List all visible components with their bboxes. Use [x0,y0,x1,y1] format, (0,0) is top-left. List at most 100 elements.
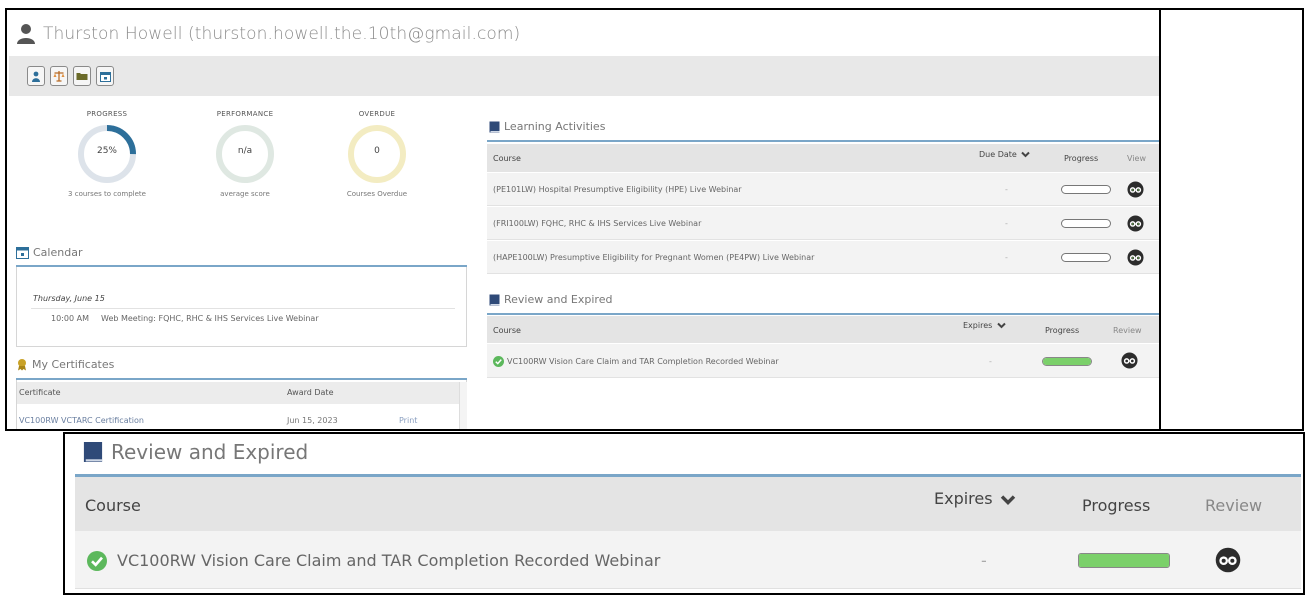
overdue-sub: Courses Overdue [346,190,408,198]
progress-bar [1078,553,1170,568]
learning-activities-header: Learning Activities [489,120,605,133]
expires-column-header[interactable]: Expires [934,489,1016,508]
print-certificate-link[interactable]: Print [399,416,417,425]
table-header-row: Course Expires Progress Review [487,316,1160,343]
due-date-label: Due Date [979,150,1017,159]
course-column-header[interactable]: Course [85,496,141,515]
review-expired-table: Course Expires Progress Review VC100RW V… [487,316,1160,380]
certificate-column-header[interactable]: Certificate [19,388,61,397]
progress-fill [1079,554,1169,567]
progress-bar [1061,185,1111,194]
expires-column-header[interactable]: Expires [963,321,1006,330]
blank-side-panel [1159,8,1304,431]
certificate-award-date: Jun 15, 2023 [287,416,338,425]
performance-label: PERFORMANCE [216,110,274,118]
go-icon[interactable] [1121,352,1138,369]
review-expired-title: Review and Expired [504,293,613,306]
performance-stat: PERFORMANCE n/a average score [180,110,310,198]
overdue-ring: 0 [347,124,407,184]
progress-column-header: Progress [1082,496,1151,515]
performance-value: n/a [237,146,253,156]
calendar-event-link[interactable]: Web Meeting: FQHC, RHC & IHS Services Li… [101,314,319,323]
user-icon [32,71,40,82]
chevron-down-icon [1000,494,1015,505]
progress-stat: PROGRESS 25% 3 courses to complete [42,110,172,198]
calendar-header: Calendar [16,246,82,259]
certificates-title: My Certificates [32,358,115,371]
review-expired-rule [487,313,1160,315]
progress-value: 25% [96,146,117,156]
course-link[interactable]: VC100RW Vision Care Claim and TAR Comple… [507,357,779,366]
due-date-cell: - [1005,253,1008,262]
dashboard-panel: Thurston Howell (thurston.howell.the.10t… [5,8,1160,431]
calendar-icon [16,247,29,259]
book-icon [489,294,500,305]
profile-button[interactable] [27,66,45,86]
calendar-icon [99,71,111,82]
certificate-name-link[interactable]: VC100RW VCTARC Certification [19,416,144,425]
go-icon[interactable] [1127,181,1144,198]
performance-sub: average score [220,190,270,198]
learning-activities-title: Learning Activities [504,120,606,133]
course-link[interactable]: (HAPE100LW) Presumptive Eligibility for … [493,253,814,262]
table-row: (PE101LW) Hospital Presumptive Eligibili… [487,173,1160,206]
go-icon[interactable] [1127,215,1144,232]
scales-icon [53,71,65,82]
review-expired-header: Review and Expired [489,293,612,306]
review-expired-header: Review and Expired [83,440,308,464]
progress-fill [1043,358,1091,365]
toolbar [9,56,1160,96]
review-column-header: Review [1205,496,1263,515]
calendar-title: Calendar [33,246,83,259]
table-row: VC100RW Vision Care Claim and TAR Comple… [75,531,1301,589]
folder-icon [76,73,88,80]
course-link[interactable]: (PE101LW) Hospital Presumptive Eligibili… [493,185,742,194]
page-header: Thurston Howell (thurston.howell.the.10t… [15,16,520,52]
progress-column-header: Progress [1045,326,1080,335]
table-row: (FRI100LW) FQHC, RHC & IHS Services Live… [487,207,1160,240]
book-icon [83,442,103,462]
overdue-value: 0 [374,146,380,156]
calendar-box [16,267,467,347]
review-expired-title: Review and Expired [111,440,309,464]
progress-bar [1061,219,1111,228]
performance-ring: n/a [215,124,275,184]
certificates-header: My Certificates [16,358,114,371]
go-icon[interactable] [1127,249,1144,266]
progress-label: PROGRESS [86,110,128,118]
table-row: (HAPE100LW) Presumptive Eligibility for … [487,241,1160,274]
table-header-row: Course Expires Progress Review [75,477,1301,531]
progress-column-header: Progress [1064,154,1099,163]
review-column-header: Review [1113,326,1142,335]
certificate-icon [18,359,26,371]
expires-cell: - [981,551,987,570]
folder-button[interactable] [73,66,91,86]
course-link[interactable]: (FRI100LW) FQHC, RHC & IHS Services Live… [493,219,701,228]
due-date-cell: - [1005,219,1008,228]
course-column-header[interactable]: Course [493,154,521,163]
overdue-stat: OVERDUE 0 Courses Overdue [312,110,442,198]
certificates-scrollbar[interactable] [459,382,467,429]
progress-ring: 25% [77,124,137,184]
chevron-down-icon [1021,151,1031,158]
progress-bar [1042,357,1092,366]
go-icon[interactable] [1215,547,1241,573]
expires-cell: - [989,357,992,366]
check-circle-icon [493,356,504,367]
expires-label: Expires [934,489,993,508]
due-date-column-header[interactable]: Due Date [979,150,1031,159]
transcript-button[interactable] [50,66,68,86]
view-column-header: View [1127,154,1146,163]
overdue-label: OVERDUE [358,110,396,118]
course-link[interactable]: VC100RW Vision Care Claim and TAR Comple… [117,551,660,570]
calendar-button[interactable] [96,66,114,86]
due-date-cell: - [1005,185,1008,194]
calendar-event-time: 10:00 AM [51,314,89,323]
award-date-column-header[interactable]: Award Date [287,388,333,397]
check-circle-icon [87,551,107,571]
learning-activities-table: Course Due Date Progress View (PE101LW) … [487,144,1160,274]
course-column-header[interactable]: Course [493,326,521,335]
expires-label: Expires [963,321,993,330]
progress-sub: 3 courses to complete [68,190,146,198]
user-icon [17,24,35,44]
